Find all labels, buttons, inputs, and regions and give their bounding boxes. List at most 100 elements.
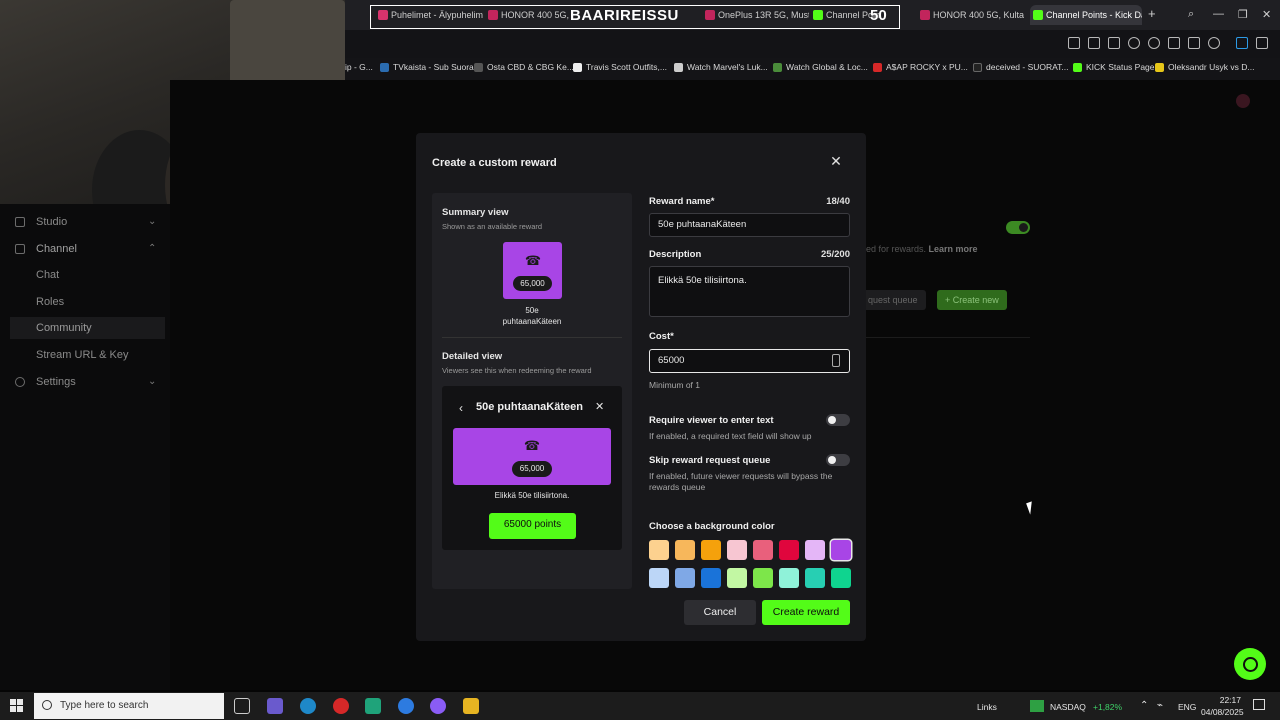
taskbar-search-input[interactable]: Type here to search [34, 693, 224, 719]
bookmark[interactable]: Oleksandr Usyk vs D... [1155, 62, 1254, 72]
color-swatch[interactable] [649, 568, 669, 588]
extension-icon[interactable] [1236, 37, 1248, 49]
color-swatch[interactable] [675, 568, 695, 588]
task-view-icon[interactable] [234, 698, 250, 714]
sidebar-item-channel[interactable]: Channel ⌃ [0, 238, 170, 260]
redeem-points-button[interactable]: 65000 points [489, 513, 576, 539]
bookmark[interactable]: Watch Global & Loc... [773, 62, 868, 72]
sidebar-item-roles[interactable]: Roles [0, 291, 170, 313]
color-swatch[interactable] [831, 568, 851, 588]
tab-label: HONOR 400 5G, Kulta | [933, 10, 1025, 20]
sidebar-item-stream-url-key[interactable]: Stream URL & Key [0, 344, 170, 366]
browser-tab[interactable]: HONOR 400 5G, Kulta | [917, 5, 1025, 25]
color-swatch[interactable] [701, 568, 721, 588]
number-stepper-icon[interactable] [832, 354, 840, 367]
links-toolbar[interactable]: Links [977, 702, 997, 712]
skip-queue-toggle[interactable] [826, 454, 850, 466]
color-swatch[interactable] [831, 540, 851, 560]
edge-icon[interactable] [300, 698, 316, 714]
clock-time[interactable]: 22:17 [1211, 695, 1241, 705]
color-swatch[interactable] [675, 540, 695, 560]
tray-chevron-icon[interactable]: ⌃ [1140, 700, 1148, 711]
profile-icon[interactable] [1208, 37, 1220, 49]
color-swatch[interactable] [753, 540, 773, 560]
help-chat-button[interactable] [1234, 648, 1266, 680]
settings-icon[interactable] [1256, 37, 1268, 49]
learn-more-link[interactable]: Learn more [929, 244, 978, 254]
minimize-icon[interactable]: — [1213, 8, 1224, 20]
bookmark[interactable]: ip - G... [345, 62, 373, 72]
opera-gx-icon[interactable] [333, 698, 349, 714]
bookmark-favicon-icon [873, 63, 882, 72]
sidebar-item-community[interactable]: Community [10, 317, 165, 339]
stock-ticker[interactable]: NASDAQ [1050, 702, 1086, 712]
app-icon[interactable] [430, 698, 446, 714]
sidebar-item-studio[interactable]: Studio ⌄ [0, 211, 170, 233]
bookmark[interactable]: deceived - SUORAT... [973, 62, 1069, 72]
download-icon[interactable] [1168, 37, 1180, 49]
notifications-icon[interactable] [1253, 699, 1265, 710]
network-icon[interactable]: ⌁ [1157, 700, 1163, 711]
window-close-icon[interactable]: ✕ [1262, 8, 1271, 21]
app-icon[interactable] [398, 698, 414, 714]
bookmark-label: deceived - SUORAT... [986, 62, 1069, 72]
edit-icon[interactable] [1068, 37, 1080, 49]
bookmark[interactable]: Travis Scott Outfits,... [573, 62, 667, 72]
home-icon[interactable] [1088, 37, 1100, 49]
screenshot-icon[interactable] [1108, 37, 1120, 49]
create-new-button[interactable]: + Create new [937, 290, 1007, 310]
bookmark[interactable]: Osta CBD & CBG Ke... [474, 62, 574, 72]
heart-icon[interactable] [1148, 37, 1160, 49]
require-text-label: Require viewer to enter text [649, 415, 774, 426]
rewards-enabled-toggle[interactable] [1006, 221, 1030, 234]
language-indicator[interactable]: ENG [1178, 702, 1196, 712]
back-chevron-icon[interactable]: ‹ [459, 401, 463, 415]
color-swatch[interactable] [805, 568, 825, 588]
color-swatch[interactable] [727, 568, 747, 588]
windows-start-icon[interactable] [10, 699, 24, 713]
chevron-down-icon: ⌄ [148, 216, 157, 227]
close-icon[interactable]: ✕ [828, 153, 844, 169]
bookmark[interactable]: A$AP ROCKY x PU... [873, 62, 968, 72]
color-swatch[interactable] [727, 540, 747, 560]
bookmark[interactable]: KICK Status Page [1073, 62, 1155, 72]
start-icon-pane [17, 706, 23, 712]
color-swatch[interactable] [779, 568, 799, 588]
color-swatch[interactable] [649, 540, 669, 560]
require-text-hint: If enabled, a required text field will s… [649, 431, 812, 441]
bookmark[interactable]: TVkaista - Sub Suora [380, 62, 474, 72]
bookmark-label: Watch Global & Loc... [786, 62, 868, 72]
reward-name-input[interactable]: 50e puhtaanaKäteen [649, 213, 850, 237]
create-reward-button[interactable]: Create reward [762, 600, 850, 625]
require-text-toggle[interactable] [826, 414, 850, 426]
clock-date[interactable]: 04/08/2025 [1201, 707, 1244, 717]
color-swatch[interactable] [753, 568, 773, 588]
avatar[interactable] [1236, 94, 1250, 108]
bookmark-favicon-icon [1155, 63, 1164, 72]
new-tab-icon[interactable]: + [1148, 6, 1156, 21]
bookmark-label: Osta CBD & CBG Ke... [487, 62, 574, 72]
cost-input[interactable]: 65000 [649, 349, 850, 373]
search-tabs-icon[interactable]: ⌕ [1188, 8, 1194, 21]
menu-icon[interactable] [1188, 37, 1200, 49]
color-swatch[interactable] [701, 540, 721, 560]
app-icon[interactable] [365, 698, 381, 714]
file-explorer-icon[interactable] [463, 698, 479, 714]
copilot-icon[interactable] [267, 698, 283, 714]
sidebar-item-settings[interactable]: Settings ⌄ [0, 371, 170, 393]
description-textarea[interactable]: Elikkä 50e tilisiirtona. [649, 266, 850, 317]
bookmark[interactable]: Watch Marvel's Luk... [674, 62, 768, 72]
summary-view-heading: Summary view [442, 207, 509, 218]
color-swatch[interactable] [805, 540, 825, 560]
play-icon[interactable] [1128, 37, 1140, 49]
request-queue-button[interactable]: quest queue [860, 290, 926, 310]
search-icon [42, 700, 52, 710]
bookmark-label: KICK Status Page [1086, 62, 1155, 72]
cancel-button[interactable]: Cancel [684, 600, 756, 625]
browser-tab-active[interactable]: Channel Points - Kick Da [1030, 5, 1142, 25]
tab-favicon-icon [920, 10, 930, 20]
sidebar-item-chat[interactable]: Chat [0, 264, 170, 286]
detail-close-icon[interactable]: ✕ [595, 400, 604, 413]
maximize-icon[interactable]: ❐ [1238, 8, 1248, 21]
color-swatch[interactable] [779, 540, 799, 560]
